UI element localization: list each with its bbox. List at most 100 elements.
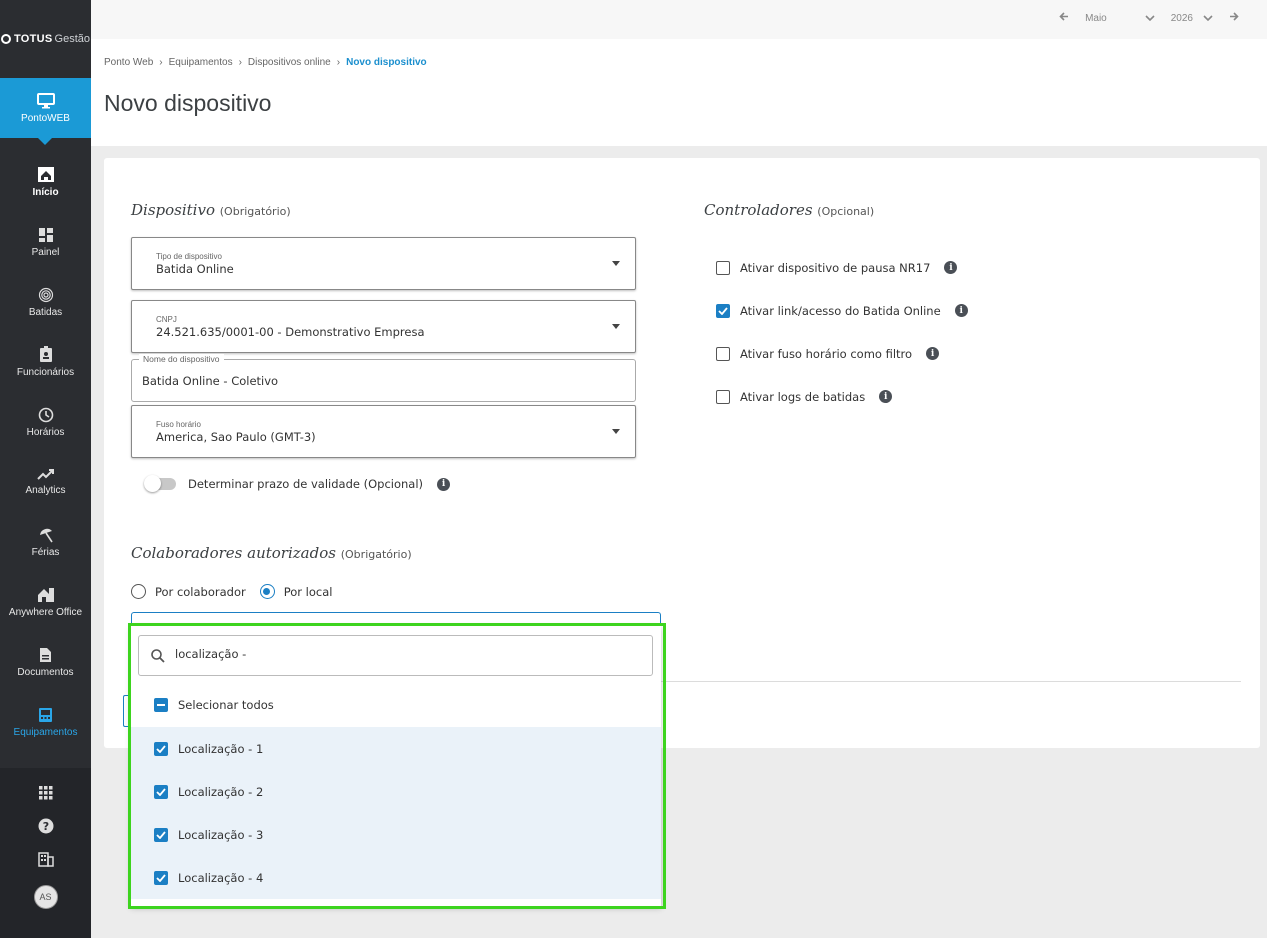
field-label: Fuso horário [156, 420, 201, 429]
sidebar-nav: Início Painel Batidas Funcionários Horár… [0, 152, 91, 752]
beach-umbrella-icon [39, 528, 53, 542]
search-icon [151, 649, 165, 663]
dropdown-option[interactable]: Localização - 1 [131, 727, 661, 770]
dropdown-option[interactable]: Localização - 2 [131, 770, 661, 813]
controlador-item[interactable]: Ativar fuso horário como filtro i [716, 332, 968, 375]
checkbox-indeterminate[interactable] [154, 697, 168, 712]
check-icon [156, 787, 166, 796]
dropdown-search[interactable] [138, 635, 653, 676]
checkbox[interactable] [716, 389, 730, 404]
select-all-option[interactable]: Selecionar todos [131, 683, 661, 726]
check-icon [718, 306, 728, 315]
apps-grid-icon[interactable] [38, 786, 53, 800]
check-icon [156, 744, 166, 753]
nav-label: Painel [31, 246, 60, 258]
avatar[interactable]: AS [33, 885, 58, 909]
arrow-right-icon[interactable] [1229, 12, 1239, 24]
company-building-icon[interactable] [37, 852, 54, 867]
radio-por-colaborador[interactable] [131, 584, 146, 599]
device-icon [39, 707, 52, 722]
section-tag: (Opcional) [817, 205, 875, 218]
product-pontoweb[interactable]: PontoWEB [0, 78, 91, 145]
dropdown-option[interactable]: Localização - 4 [131, 856, 661, 899]
sidebar-bottom: ? AS [0, 768, 91, 938]
checkbox-checked[interactable] [154, 827, 168, 842]
nav-label: Equipamentos [13, 726, 78, 738]
field-value: Batida Online - Coletivo [142, 374, 279, 388]
info-icon[interactable]: i [944, 261, 958, 274]
product-label: PontoWEB [21, 112, 70, 124]
radio-label: Por local [283, 584, 333, 599]
arrow-left-icon[interactable] [1059, 12, 1069, 24]
breadcrumb-item[interactable]: Ponto Web [104, 57, 153, 68]
dashboard-icon [38, 227, 53, 242]
check-icon [156, 830, 166, 839]
nav-label: Anywhere Office [8, 606, 83, 618]
breadcrumb: Ponto Web › Equipamentos › Dispositivos on… [104, 57, 427, 68]
option-label: Localização - 3 [178, 827, 264, 842]
month-select[interactable]: Maio [1085, 13, 1155, 24]
controlador-item[interactable]: Ativar logs de batidas i [716, 375, 968, 418]
locais-dropdown: Selecionar todos Localização - 1 Localiz… [131, 626, 661, 906]
controlador-item[interactable]: Ativar link/acesso do Batida Online i [716, 289, 968, 332]
checkbox-checked[interactable] [716, 303, 730, 318]
clock-icon [38, 407, 53, 422]
dropdown-option[interactable]: Localização - 3 [131, 813, 661, 856]
year-select[interactable]: 2026 [1171, 13, 1213, 24]
nav-item-analytics[interactable]: Analytics [0, 452, 91, 512]
checkbox[interactable] [716, 260, 730, 275]
info-icon[interactable]: i [954, 304, 968, 317]
nav-label: Férias [31, 546, 60, 558]
nav-item-funcionarios[interactable]: Funcionários [0, 332, 91, 392]
brand-logo[interactable]: TOTUS Gestão [0, 0, 91, 78]
check-icon [156, 873, 166, 882]
nav-label: Analytics [25, 484, 66, 496]
page-header: Ponto Web › Equipamentos › Dispositivos on… [91, 39, 1267, 146]
field-value: 24.521.635/0001-00 - Demonstrativo Empre… [156, 325, 425, 339]
checkbox[interactable] [716, 346, 730, 361]
minus-icon [157, 703, 165, 706]
checkbox-checked[interactable] [154, 784, 168, 799]
info-icon[interactable]: i [437, 477, 451, 491]
nav-item-painel[interactable]: Painel [0, 212, 91, 272]
search-input[interactable] [175, 647, 625, 661]
breadcrumb-item[interactable]: Dispositivos online [248, 57, 331, 68]
nav-item-inicio[interactable]: Início [0, 152, 91, 212]
checkbox-checked[interactable] [154, 741, 168, 756]
svg-text:?: ? [42, 820, 48, 833]
field-label: CNPJ [156, 315, 177, 324]
nav-item-horarios[interactable]: Horários [0, 392, 91, 452]
nav-item-anywhere-office[interactable]: Anywhere Office [0, 572, 91, 632]
help-icon[interactable]: ? [38, 818, 54, 834]
page-title: Novo dispositivo [104, 90, 272, 116]
badge-icon [39, 346, 52, 362]
nav-item-ferias[interactable]: Férias [0, 512, 91, 572]
tipo-dispositivo-select[interactable]: Tipo de dispositivo Batida Online [131, 237, 636, 290]
option-label: Localização - 2 [178, 784, 264, 799]
locais-select[interactable] [131, 612, 661, 626]
nome-dispositivo-field[interactable]: Nome do dispositivo Batida Online - Cole… [131, 354, 636, 402]
checkbox-checked[interactable] [154, 870, 168, 885]
section-dispositivo-title: Dispositivo (Obrigatório) [131, 201, 291, 219]
nav-item-equipamentos[interactable]: Equipamentos [0, 692, 91, 752]
nav-item-documentos[interactable]: Documentos [0, 632, 91, 692]
controlador-item[interactable]: Ativar dispositivo de pausa NR17 i [716, 246, 968, 289]
validade-label: Determinar prazo de validade (Opcional) [188, 477, 424, 491]
field-label: Nome do dispositivo [139, 354, 224, 364]
info-icon[interactable]: i [879, 390, 893, 403]
radio-por-local[interactable] [259, 584, 275, 599]
fuso-horario-select[interactable]: Fuso horário America, Sao Paulo (GMT-3) [131, 405, 636, 458]
colaboradores-radio-group: Por colaborador Por local [131, 584, 332, 599]
cnpj-select[interactable]: CNPJ 24.521.635/0001-00 - Demonstrativo … [131, 300, 636, 353]
info-icon[interactable]: i [926, 347, 940, 360]
breadcrumb-item[interactable]: Equipamentos [169, 57, 233, 68]
document-icon [40, 647, 51, 662]
field-value: America, Sao Paulo (GMT-3) [156, 430, 316, 444]
nav-item-batidas[interactable]: Batidas [0, 272, 91, 332]
nav-label: Início [32, 187, 59, 198]
validade-toggle-row: Determinar prazo de validade (Opcional) … [144, 475, 451, 492]
brand-suffix: Gestão [54, 33, 91, 45]
validade-toggle[interactable] [144, 475, 176, 492]
home-icon [37, 167, 54, 182]
caret-down-icon [612, 261, 620, 266]
